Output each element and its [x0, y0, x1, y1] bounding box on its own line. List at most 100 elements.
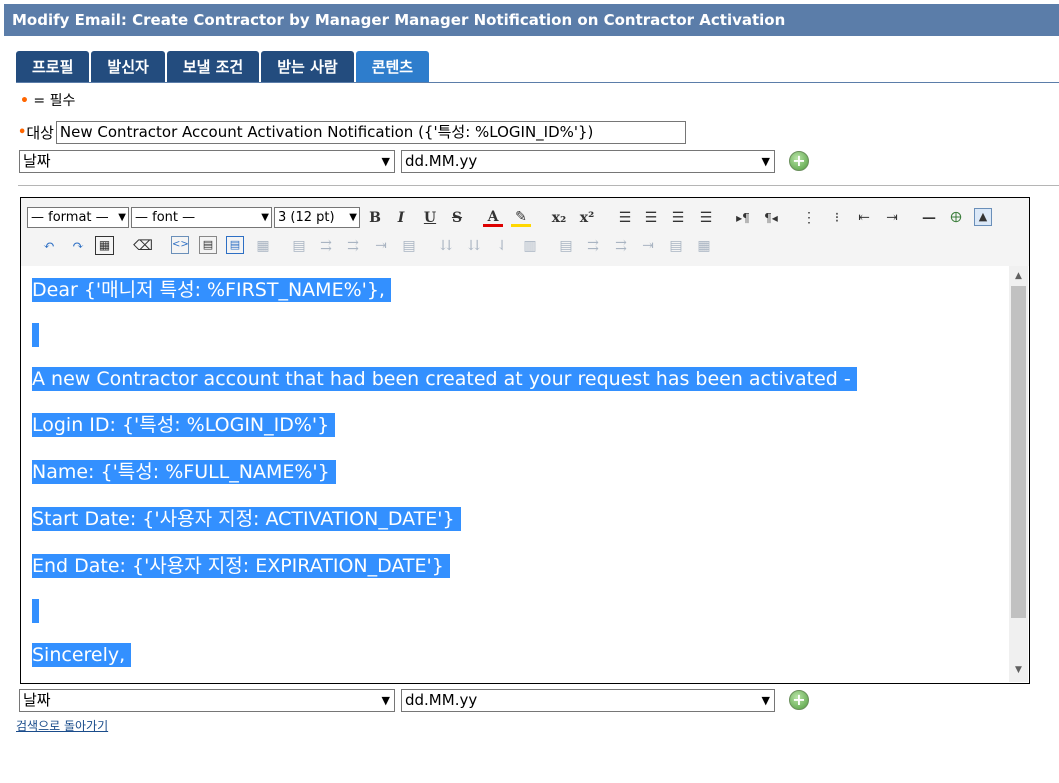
chevron-down-icon: ▼	[261, 212, 269, 223]
chevron-down-icon: ▼	[349, 212, 357, 223]
cell-arrow-icon: ⇥	[642, 238, 654, 254]
align-right-icon[interactable]: ☰	[668, 208, 688, 228]
font-select[interactable]: — font — ▼	[131, 207, 272, 228]
insert-row-after-icon: ⇉	[347, 238, 359, 254]
redo-icon[interactable]: ↷	[68, 236, 88, 256]
content-line: Start Date: {'사용자 지정: ACTIVATION_DATE'}	[32, 507, 461, 531]
chevron-down-icon: ▼	[761, 155, 770, 168]
undo-icon[interactable]: ↶	[39, 236, 59, 256]
date-format-select-value: dd.MM.yy	[405, 152, 478, 170]
subject-row: • 대상 New Contractor Account Activation N…	[18, 120, 686, 144]
date-field-select-top[interactable]: 날짜 ▼	[19, 150, 395, 173]
chevron-down-icon: ▼	[118, 212, 126, 223]
cell-merge-icon: ▤	[559, 238, 573, 254]
align-center-icon[interactable]: ☰	[641, 208, 661, 228]
html-source-icon[interactable]: <>	[171, 236, 189, 254]
date-format-select-value: dd.MM.yy	[405, 691, 478, 709]
cell-move-icon: ⇉	[615, 238, 627, 254]
date-field-select-value: 날짜	[23, 691, 51, 709]
link-icon[interactable]: 🜨	[946, 208, 966, 228]
ordered-list-icon[interactable]: ⋮	[799, 208, 819, 228]
italic-icon[interactable]: I	[391, 208, 411, 228]
tab-sender[interactable]: 발신자	[91, 51, 165, 83]
content-line-empty	[32, 599, 39, 623]
date-format-select-bottom[interactable]: dd.MM.yy ▼	[401, 689, 775, 712]
editor-scrollbar[interactable]: ▲ ▼	[1009, 266, 1028, 682]
delete-col-icon: ⇃	[496, 238, 508, 254]
highlight-color-icon[interactable]: ✎	[511, 208, 531, 227]
required-bullet-icon: •	[20, 93, 29, 109]
merge-cells-icon: ▥	[523, 238, 537, 254]
editor-content[interactable]: Dear {'매니저 특성: %FIRST_NAME%'}, A new Con…	[22, 266, 1008, 682]
content-line: Dear {'매니저 특성: %FIRST_NAME%'},	[32, 278, 391, 302]
tab-send-conditions[interactable]: 보낼 조건	[166, 51, 260, 83]
editor-toolbar: — format — ▼ — font — ▼ 3 (12 pt) ▼ B I …	[21, 198, 1029, 266]
rtl-direction-icon[interactable]: ¶◂	[761, 208, 781, 228]
back-to-search-link[interactable]: 검색으로 돌아가기	[16, 717, 108, 734]
size-select[interactable]: 3 (12 pt) ▼	[274, 207, 360, 228]
strikethrough-icon[interactable]: S	[447, 208, 467, 228]
select-all-icon[interactable]: ▦	[95, 236, 114, 255]
text-color-icon[interactable]: A	[483, 208, 503, 227]
insert-col-before-icon: ⇊	[440, 238, 452, 254]
content-line: Login ID: {'특성: %LOGIN_ID%'}	[32, 413, 336, 437]
size-select-value: 3 (12 pt)	[278, 210, 335, 225]
tab-bar: 프로필 발신자 보낼 조건 받는 사람 콘텐츠	[16, 51, 431, 83]
subject-label: 대상	[26, 123, 54, 142]
tab-recipients[interactable]: 받는 사람	[261, 51, 354, 83]
cell-properties-icon: ▦	[256, 238, 270, 254]
date-field-select-value: 날짜	[23, 152, 51, 170]
ltr-direction-icon[interactable]: ▸¶	[733, 208, 753, 228]
content-line: A new Contractor account that had been c…	[32, 367, 857, 391]
row-properties-icon: ▤	[292, 238, 306, 254]
chevron-down-icon: ▼	[381, 694, 390, 707]
page-title: Modify Email: Create Contractor by Manag…	[4, 4, 1059, 36]
scroll-down-icon[interactable]: ▼	[1009, 662, 1028, 678]
tab-profile[interactable]: 프로필	[16, 51, 90, 83]
image-icon[interactable]: ▲	[974, 208, 992, 226]
eraser-icon[interactable]: ⌫	[133, 236, 153, 256]
scroll-up-icon[interactable]: ▲	[1009, 268, 1028, 284]
content-line: Sincerely,	[32, 643, 132, 667]
format-select[interactable]: — format — ▼	[27, 207, 129, 228]
font-select-value: — font —	[135, 210, 196, 225]
split-cells-icon: ▤	[402, 238, 416, 254]
tab-underline	[16, 82, 1059, 83]
content-line: Name: {'특성: %FULL_NAME%'}	[32, 460, 336, 484]
chevron-down-icon: ▼	[761, 694, 770, 707]
table-grid-icon: ▤	[669, 238, 683, 254]
cell-split-icon: ⇉	[587, 238, 599, 254]
required-bullet-icon: •	[18, 124, 27, 140]
underline-icon[interactable]: U	[420, 208, 440, 228]
add-date-button-bottom[interactable]: +	[789, 690, 809, 710]
subject-input[interactable]: New Contractor Account Activation Notifi…	[55, 120, 686, 144]
align-left-icon[interactable]: ☰	[615, 208, 635, 228]
table-properties-icon[interactable]: ▤	[226, 236, 244, 254]
scroll-thumb[interactable]	[1011, 286, 1026, 618]
table-layout-icon: ▦	[697, 238, 711, 254]
date-field-select-bottom[interactable]: 날짜 ▼	[19, 689, 395, 712]
format-select-value: — format —	[31, 210, 109, 225]
horizontal-rule-icon[interactable]: —	[919, 208, 939, 228]
delete-row-icon: ⇥	[375, 238, 387, 254]
required-legend: • = 필수	[20, 92, 75, 110]
superscript-icon[interactable]: x²	[577, 208, 597, 228]
bold-icon[interactable]: B	[365, 208, 385, 228]
justify-icon[interactable]: ☰	[696, 208, 716, 228]
insert-row-before-icon: ⇉	[320, 238, 332, 254]
chevron-down-icon: ▼	[381, 155, 390, 168]
required-legend-text: = 필수	[33, 93, 76, 109]
insert-table-icon[interactable]: ▤	[199, 236, 217, 254]
date-format-select-top[interactable]: dd.MM.yy ▼	[401, 150, 775, 173]
rich-text-editor: — format — ▼ — font — ▼ 3 (12 pt) ▼ B I …	[20, 197, 1030, 684]
subscript-icon[interactable]: x₂	[549, 208, 569, 228]
tab-content[interactable]: 콘텐츠	[355, 51, 430, 83]
indent-icon[interactable]: ⇥	[882, 208, 902, 228]
separator	[18, 185, 1059, 186]
unordered-list-icon[interactable]: ⁝	[827, 208, 847, 228]
add-date-button-top[interactable]: +	[789, 151, 809, 171]
content-line-empty	[32, 323, 39, 347]
content-line: End Date: {'사용자 지정: EXPIRATION_DATE'}	[32, 554, 450, 578]
outdent-icon[interactable]: ⇤	[854, 208, 874, 228]
insert-col-after-icon: ⇊	[468, 238, 480, 254]
